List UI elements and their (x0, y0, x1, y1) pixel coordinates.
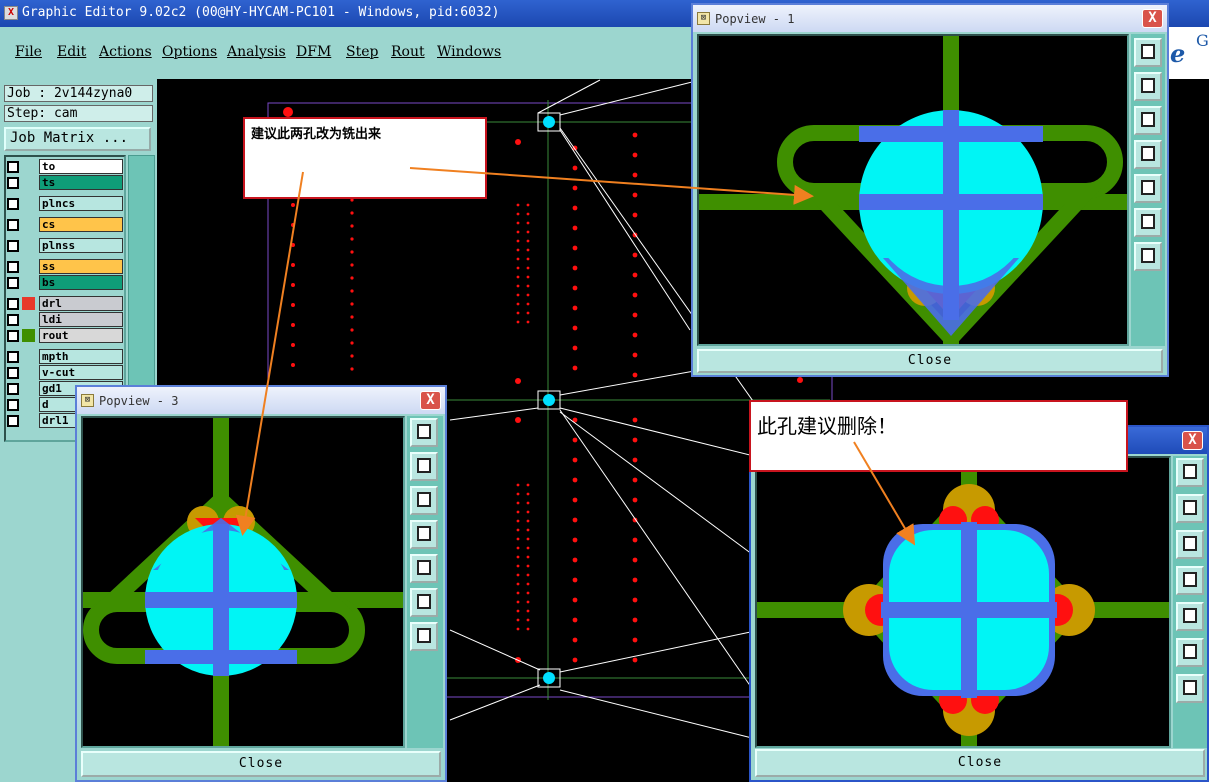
annotation-arrows (235, 167, 916, 546)
arrow-to-popview-2 (853, 441, 916, 546)
arrow-to-popview-1 (409, 167, 814, 205)
arrow-to-popview-3 (235, 171, 304, 536)
